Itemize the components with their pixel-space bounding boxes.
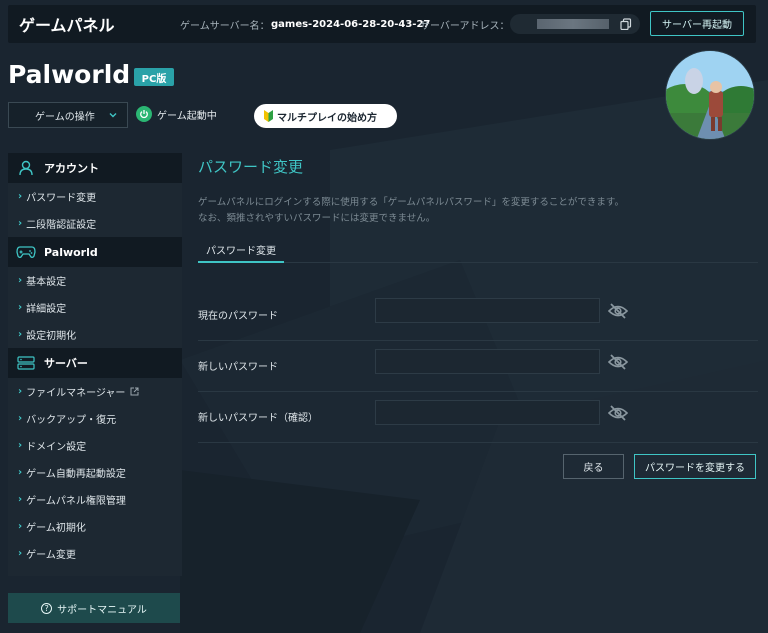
- sidebar-item-two-factor[interactable]: › 二段階認証設定: [8, 210, 182, 237]
- eye-off-icon[interactable]: [608, 354, 628, 370]
- sidebar-item-detailed-settings[interactable]: › 詳細設定: [8, 294, 182, 321]
- server-address-field: [510, 14, 640, 34]
- platform-badge: PC版: [134, 68, 174, 86]
- external-link-icon: [130, 387, 139, 396]
- brand-title: ゲームパネル: [19, 16, 115, 35]
- server-icon: [16, 354, 36, 372]
- sidebar-item-domain-settings[interactable]: › ドメイン設定: [8, 432, 182, 459]
- sidebar-item-password-change[interactable]: › パスワード変更: [8, 183, 182, 210]
- game-avatar: [665, 50, 755, 140]
- current-password-row: 現在のパスワード: [198, 290, 758, 341]
- sidebar-item-game-reset[interactable]: › ゲーム初期化: [8, 513, 182, 540]
- power-icon: [136, 106, 152, 122]
- game-operations-dropdown[interactable]: ゲームの操作: [8, 102, 128, 128]
- password-form: 現在のパスワード 新しいパスワード 新しいパスワード（確認）: [198, 290, 758, 443]
- eye-off-icon[interactable]: [608, 303, 628, 319]
- sidebar-section-server: サーバー: [8, 348, 182, 378]
- server-name-value: games-2024-06-28-20-43-27: [271, 18, 431, 30]
- game-title: Palworld: [8, 60, 131, 89]
- back-button[interactable]: 戻る: [563, 454, 624, 479]
- sidebar-item-panel-permissions[interactable]: › ゲームパネル権限管理: [8, 486, 182, 513]
- change-password-button[interactable]: パスワードを変更する: [634, 454, 756, 479]
- new-password-row: 新しいパスワード: [198, 341, 758, 392]
- sidebar-section-palworld: Palworld: [8, 237, 182, 267]
- sidebar-item-settings-reset[interactable]: › 設定初期化: [8, 321, 182, 348]
- confirm-password-row: 新しいパスワード（確認）: [198, 392, 758, 443]
- sidebar-item-file-manager[interactable]: › ファイルマネージャー: [8, 378, 182, 405]
- support-manual-button[interactable]: ? サポートマニュアル: [8, 593, 180, 623]
- sidebar-section-account: アカウント: [8, 153, 182, 183]
- address-redacted: [537, 19, 609, 29]
- game-operations-label: ゲームの操作: [35, 111, 95, 123]
- form-actions: 戻る パスワードを変更する: [198, 454, 758, 494]
- sidebar-item-backup-restore[interactable]: › バックアップ・復元: [8, 405, 182, 432]
- copy-icon[interactable]: [620, 18, 632, 30]
- tab-bar: パスワード変更: [198, 237, 758, 263]
- user-icon: [16, 159, 36, 177]
- new-password-label: 新しいパスワード: [198, 362, 278, 373]
- eye-off-icon[interactable]: [608, 405, 628, 421]
- gamepad-icon: [16, 243, 36, 261]
- sidebar-item-auto-restart[interactable]: › ゲーム自動再起動設定: [8, 459, 182, 486]
- confirm-password-label: 新しいパスワード（確認）: [198, 413, 318, 424]
- game-status: ゲーム起動中: [136, 106, 217, 122]
- server-restart-button[interactable]: サーバー再起動: [650, 11, 744, 36]
- sidebar-item-basic-settings[interactable]: › 基本設定: [8, 267, 182, 294]
- help-icon: ?: [41, 602, 53, 614]
- beginner-mark-icon: [264, 110, 273, 122]
- chevron-down-icon: [109, 113, 117, 118]
- page-description: ゲームパネルにログインする際に使用する「ゲームパネルパスワード」を変更することが…: [198, 197, 624, 224]
- current-password-label: 現在のパスワード: [198, 311, 278, 322]
- server-address-label: サーバーアドレス：: [420, 20, 510, 32]
- multiplay-guide-label: マルチプレイの始め方: [277, 112, 377, 124]
- current-password-input[interactable]: [375, 298, 600, 323]
- main-content: パスワード変更 ゲームパネルにログインする際に使用する「ゲームパネルパスワード」…: [198, 153, 758, 494]
- sidebar-item-game-change[interactable]: › ゲーム変更: [8, 540, 182, 567]
- tab-password-change[interactable]: パスワード変更: [198, 237, 284, 263]
- new-password-input[interactable]: [375, 349, 600, 374]
- multiplay-guide-button[interactable]: マルチプレイの始め方: [254, 104, 397, 128]
- confirm-password-input[interactable]: [375, 400, 600, 425]
- top-bar: ゲームパネル ゲームサーバー名： games-2024-06-28-20-43-…: [8, 5, 756, 43]
- status-text: ゲーム起動中: [157, 110, 217, 122]
- server-name-label: ゲームサーバー名：: [180, 20, 270, 32]
- page-title: パスワード変更: [198, 158, 304, 176]
- sidebar: アカウント › パスワード変更 › 二段階認証設定 Palworld › 基本設定 ›…: [8, 153, 182, 576]
